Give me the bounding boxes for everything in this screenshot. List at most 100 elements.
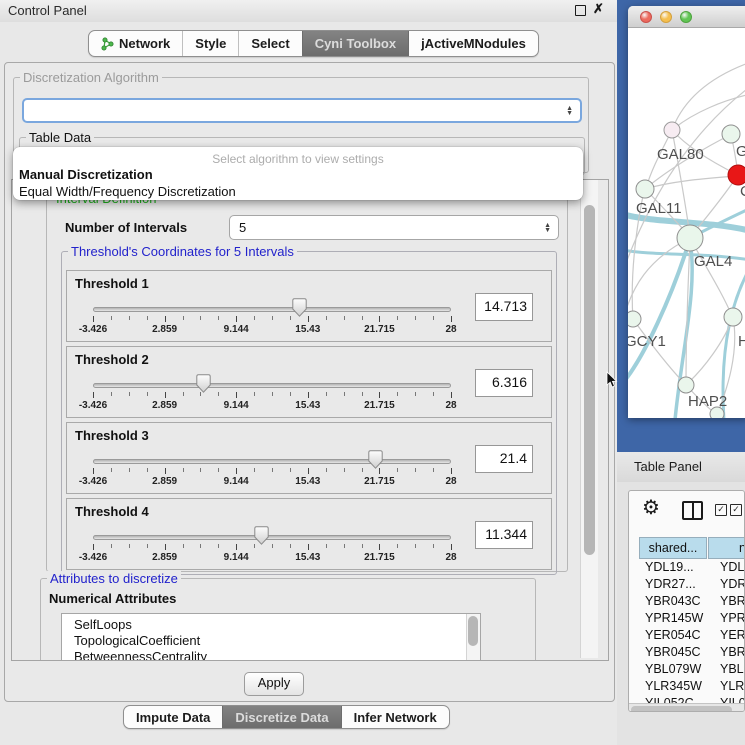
threshold-value-input[interactable]: 21.4 — [475, 445, 533, 473]
column-header-2[interactable]: na — [708, 537, 745, 559]
minor-tick — [200, 468, 201, 472]
algorithm-combobox[interactable]: ▲▼ — [22, 98, 582, 123]
close-icon[interactable]: ✗ — [592, 3, 605, 16]
gray-edge[interactable] — [633, 319, 684, 383]
split-columns-icon[interactable] — [682, 501, 703, 520]
minor-tick — [344, 392, 345, 396]
column-header-1[interactable]: shared... — [639, 537, 707, 559]
major-tick — [451, 468, 452, 474]
table-cell[interactable]: YDR27... — [645, 576, 696, 593]
threshold-value-input[interactable]: 14.713 — [475, 293, 533, 321]
table-cell[interactable]: YLR3 — [720, 678, 745, 695]
attribute-list-scrollbar[interactable] — [466, 614, 480, 661]
h-node[interactable] — [724, 308, 742, 326]
attribute-item-selfloops[interactable]: SelfLoops — [62, 617, 480, 633]
tick-label: 21.715 — [349, 476, 409, 487]
table-cell[interactable]: YBL079W — [645, 661, 701, 678]
attribute-items: SelfLoopsTopologicalCoefficientBetweenne… — [62, 614, 480, 661]
dropdown-option-manual-discretization[interactable]: Manual Discretization — [13, 166, 583, 183]
gal11-node[interactable] — [636, 180, 654, 198]
checkbox-checked-icon[interactable]: ✓ — [715, 504, 727, 516]
float-window-icon[interactable] — [574, 5, 587, 18]
slider-track[interactable] — [93, 535, 451, 540]
table-cell[interactable]: YDL1 — [720, 559, 745, 576]
major-tick — [93, 468, 94, 474]
slider-thumb[interactable] — [196, 374, 211, 393]
slider-track[interactable] — [93, 383, 451, 388]
minor-tick — [290, 468, 291, 472]
gear-icon[interactable]: ⚙ — [642, 495, 660, 520]
table-cell[interactable]: YBR0 — [720, 644, 745, 661]
slider-thumb[interactable] — [292, 298, 307, 317]
attribute-item-betweennesscentrality[interactable]: BetweennessCentrality — [62, 649, 480, 661]
gal4-node[interactable] — [677, 225, 703, 251]
number-of-intervals-combobox[interactable]: 5 ▲▼ — [229, 215, 559, 240]
slider-track[interactable] — [93, 307, 451, 312]
major-tick — [451, 316, 452, 322]
major-tick — [165, 392, 166, 398]
dropdown-option-equal-width-frequency-discretization[interactable]: Equal Width/Frequency Discretization — [13, 183, 583, 200]
gal80-node[interactable] — [664, 122, 680, 138]
gray-edge[interactable] — [672, 62, 745, 130]
attributes-group-title: Attributes to discretize — [47, 571, 181, 586]
window-close-button[interactable] — [640, 11, 652, 23]
checkbox-checked-icon[interactable]: ✓ — [730, 504, 742, 516]
tab-select[interactable]: Select — [238, 31, 301, 56]
window-zoom-button[interactable] — [680, 11, 692, 23]
selected-red-node[interactable] — [728, 165, 745, 185]
tick-label: 2.859 — [135, 476, 195, 487]
settings-scrollbar[interactable] — [580, 180, 598, 658]
table-cell[interactable]: YBL0 — [720, 661, 745, 678]
tab-network[interactable]: Network — [89, 31, 182, 56]
table-cell[interactable]: YDL19... — [645, 559, 694, 576]
table-horizontal-scrollbar[interactable] — [629, 703, 745, 712]
gcy1-node[interactable] — [628, 311, 641, 327]
tab-style[interactable]: Style — [182, 31, 238, 56]
network-canvas[interactable]: GAL80GACGAL11GAL4GCY1HHAP2 — [628, 28, 745, 418]
top-right-node[interactable] — [722, 125, 740, 143]
table-cell[interactable]: YBR0 — [720, 593, 745, 610]
minor-tick — [290, 544, 291, 548]
numerical-attributes-list[interactable]: SelfLoopsTopologicalCoefficientBetweenne… — [61, 613, 481, 661]
window-minimize-button[interactable] — [660, 11, 672, 23]
table-cell[interactable]: YBR043C — [645, 593, 701, 610]
table-cell[interactable]: YLR345W — [645, 678, 702, 695]
minor-tick — [218, 544, 219, 548]
threshold-value-input[interactable]: 6.316 — [475, 369, 533, 397]
minor-tick — [326, 316, 327, 320]
hap2-node[interactable] — [678, 377, 694, 393]
table-cell[interactable]: YER0 — [720, 627, 745, 644]
threshold-value-input[interactable]: 11.344 — [475, 521, 533, 549]
table-cell[interactable]: YDR2 — [720, 576, 745, 593]
threshold-label: Threshold 3 — [75, 428, 149, 443]
table-panel-titlebar: Table Panel — [617, 452, 745, 482]
tab-jactivemnodules[interactable]: jActiveMNodules — [408, 31, 538, 56]
tab-infer-network[interactable]: Infer Network — [341, 706, 449, 728]
tick-label: -3.426 — [63, 324, 123, 335]
number-of-intervals-value: 5 — [239, 220, 246, 235]
tab-impute-data[interactable]: Impute Data — [124, 706, 222, 728]
table-cell[interactable]: YPR1 — [720, 610, 745, 627]
node-label-c: C — [740, 183, 745, 200]
minor-tick — [397, 544, 398, 548]
tab-discretize-data[interactable]: Discretize Data — [222, 706, 340, 728]
slider-thumb[interactable] — [254, 526, 269, 545]
table-cell[interactable]: YPR145W — [645, 610, 703, 627]
apply-button[interactable]: Apply — [244, 672, 304, 696]
table-cell[interactable]: YER054C — [645, 627, 701, 644]
threshold-panel-2: Threshold 2-3.4262.8599.14415.4321.71528… — [66, 346, 552, 418]
minor-tick — [397, 468, 398, 472]
minor-tick — [218, 468, 219, 472]
slider-track[interactable] — [93, 459, 451, 464]
table-panel-title: Table Panel — [634, 459, 702, 474]
table-cell[interactable]: YBR045C — [645, 644, 701, 661]
minor-tick — [326, 392, 327, 396]
tab-label: Style — [195, 36, 226, 51]
slider-thumb[interactable] — [368, 450, 383, 469]
attribute-item-topologicalcoefficient[interactable]: TopologicalCoefficient — [62, 633, 480, 649]
control-panel-titlebar: Control Panel ✗ — [0, 0, 617, 22]
tab-cyni-toolbox[interactable]: Cyni Toolbox — [302, 31, 408, 56]
minor-tick — [415, 392, 416, 396]
major-tick — [379, 544, 380, 550]
minor-tick — [433, 316, 434, 320]
